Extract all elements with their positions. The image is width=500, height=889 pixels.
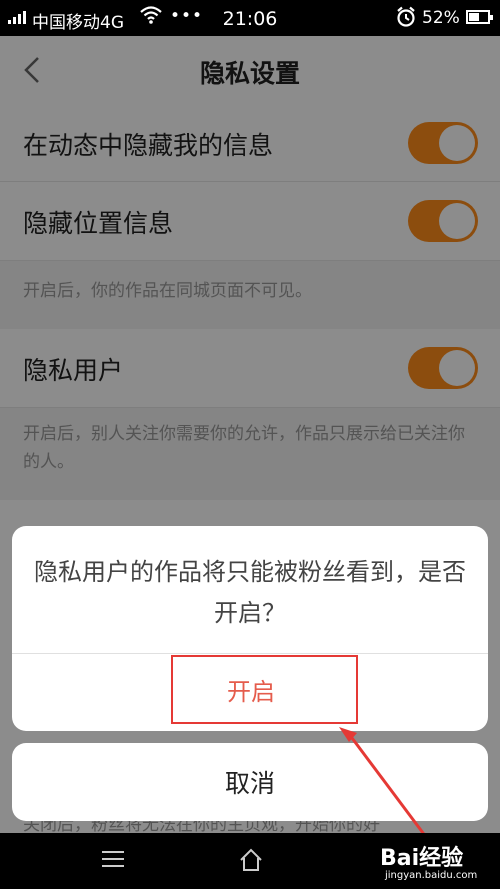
annotation-arrow	[339, 727, 434, 846]
home-icon[interactable]	[238, 847, 264, 873]
watermark-url: jingyan.baidu.com	[385, 870, 478, 881]
baidu-watermark: Bai经验	[380, 846, 464, 871]
menu-icon[interactable]	[102, 851, 124, 872]
